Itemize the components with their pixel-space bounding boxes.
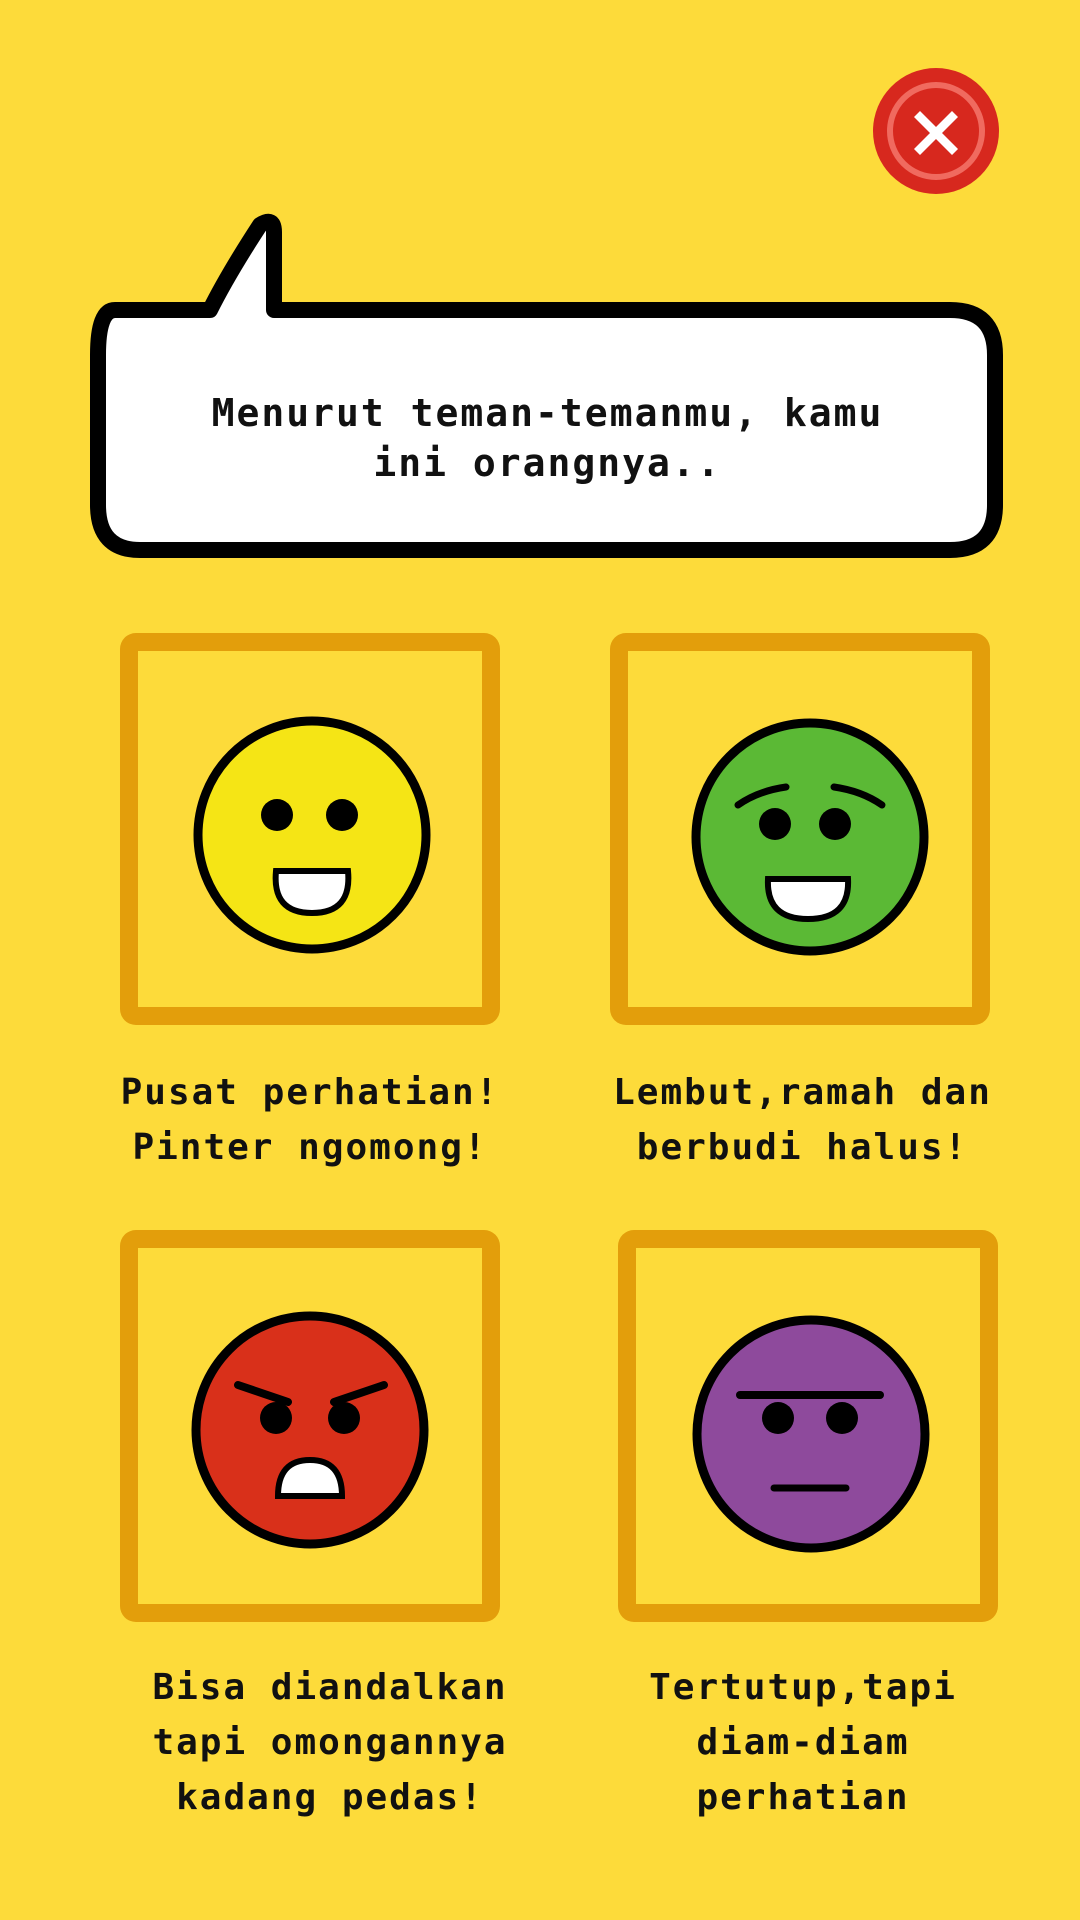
- option-frame: [120, 1230, 500, 1622]
- close-button[interactable]: [873, 68, 999, 194]
- option-frame: [618, 1230, 998, 1622]
- option-label: Pusat perhatian! Pinter ngomong!: [120, 1072, 500, 1168]
- angry-red-face-icon: [191, 1311, 429, 1549]
- option-label: Lembut,ramah dan berbudi halus!: [613, 1072, 992, 1168]
- happy-yellow-face-icon: [193, 716, 431, 954]
- question-speech-bubble: Menurut teman-temanmu, kamu ini orangnya…: [90, 210, 1005, 560]
- option-label: Bisa diandalkan tapi omongannya kadang p…: [152, 1667, 508, 1818]
- close-icon: [887, 82, 985, 180]
- personality-quiz-screen: { "close_button": { "icon": "close-icon"…: [0, 0, 1080, 1920]
- option-frame: [120, 633, 500, 1025]
- neutral-purple-face-icon: [692, 1315, 930, 1553]
- option-frame: [610, 633, 990, 1025]
- option-label: Tertutup,tapi diam-diam perhatian: [649, 1667, 957, 1818]
- question-text: Menurut teman-temanmu, kamu ini orangnya…: [211, 391, 884, 485]
- gentle-green-face-icon: [691, 718, 929, 956]
